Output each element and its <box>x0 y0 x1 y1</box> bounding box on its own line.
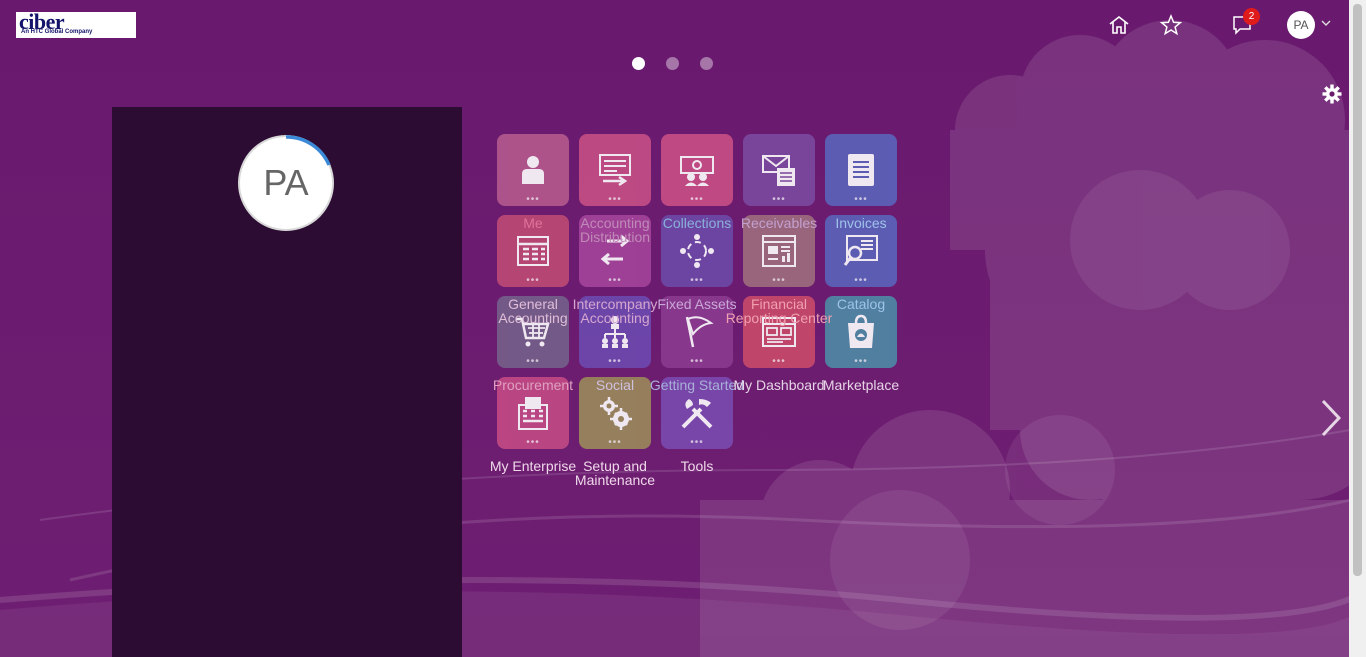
favorites-button[interactable] <box>1156 10 1186 40</box>
tile-more-icon[interactable]: ••• <box>497 438 569 448</box>
tile-more-icon[interactable]: ••• <box>579 357 651 367</box>
tile-more-icon[interactable]: ••• <box>579 195 651 205</box>
tile-label: Tools <box>680 458 714 474</box>
page-indicator <box>632 57 713 70</box>
tile-label: Marketplace <box>822 377 900 393</box>
tile-receivables[interactable]: ••• <box>743 134 815 206</box>
tools-icon <box>681 399 713 429</box>
scrollbar-thumb[interactable] <box>1353 4 1362 576</box>
tile-more-icon[interactable]: ••• <box>743 195 815 205</box>
building-icon <box>518 397 548 430</box>
person-icon <box>522 156 544 184</box>
document-lines-icon <box>848 154 874 186</box>
notifications-button[interactable]: 2 <box>1227 8 1260 40</box>
tile-more-icon[interactable]: ••• <box>825 195 897 205</box>
tile-label: Invoices <box>835 215 887 231</box>
tile-label: Catalog <box>836 296 886 312</box>
scrollbar[interactable] <box>1349 0 1366 657</box>
user-menu-avatar[interactable]: PA <box>1287 11 1315 39</box>
page-dot-3[interactable] <box>700 57 713 70</box>
notification-badge: 2 <box>1243 8 1260 25</box>
tile-more-icon[interactable]: ••• <box>497 276 569 286</box>
gears-icon <box>600 397 632 430</box>
tile-more-icon[interactable]: ••• <box>661 357 733 367</box>
tile-more-icon[interactable]: ••• <box>825 276 897 286</box>
star-icon <box>1160 14 1182 36</box>
chevron-down-icon[interactable] <box>1321 20 1331 27</box>
profile-progress-ring <box>285 135 331 166</box>
assets-cycle-icon <box>680 234 714 268</box>
tile-more-icon[interactable]: ••• <box>743 276 815 286</box>
page-dot-2[interactable] <box>666 57 679 70</box>
tile-more-icon[interactable]: ••• <box>661 438 733 448</box>
brand-tagline: An HTC Global Company <box>21 29 93 35</box>
tile-me[interactable]: ••• <box>497 134 569 206</box>
ledger-transfer-icon <box>599 154 631 187</box>
tile-more-icon[interactable]: ••• <box>579 438 651 448</box>
profile-panel: PA <box>112 107 462 657</box>
brand-logo[interactable]: ciber An HTC Global Company <box>16 9 136 38</box>
spreadsheet-icon <box>517 236 549 266</box>
home-button[interactable] <box>1104 10 1134 40</box>
tile-invoices[interactable]: ••• <box>825 134 897 206</box>
tile-more-icon[interactable]: ••• <box>497 357 569 367</box>
money-people-icon <box>680 156 714 186</box>
tile-more-icon[interactable]: ••• <box>661 195 733 205</box>
tile-accounting-distribution[interactable]: ••• <box>579 134 651 206</box>
shopping-bag-icon <box>848 314 874 348</box>
catalog-search-icon <box>843 235 878 266</box>
report-chart-icon <box>762 235 796 267</box>
tile-more-icon[interactable]: ••• <box>825 357 897 367</box>
flag-icon <box>685 316 714 348</box>
tile-more-icon[interactable]: ••• <box>743 357 815 367</box>
tile-more-icon[interactable]: ••• <box>497 195 569 205</box>
page-dot-1[interactable] <box>632 57 645 70</box>
gear-icon[interactable] <box>1322 84 1342 104</box>
tile-collections[interactable]: ••• <box>661 134 733 206</box>
envelope-list-icon <box>762 155 795 186</box>
next-page-arrow-icon[interactable] <box>1318 398 1344 438</box>
tile-more-icon[interactable]: ••• <box>579 276 651 286</box>
tile-more-icon[interactable]: ••• <box>661 276 733 286</box>
home-icon <box>1109 15 1129 34</box>
